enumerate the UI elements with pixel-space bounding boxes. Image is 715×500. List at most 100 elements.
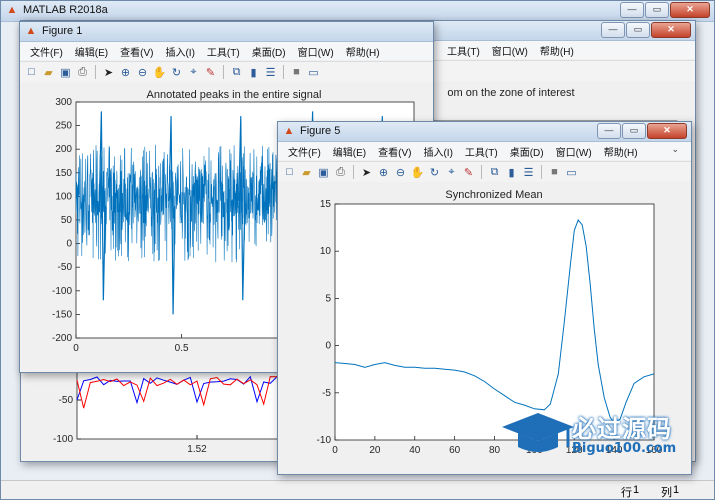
menu-help[interactable]: 帮助(H) xyxy=(598,144,644,159)
figure5-minimize-button[interactable]: — xyxy=(597,123,621,139)
watermark-subtitle: Biguo100.com xyxy=(572,441,677,456)
menu-window[interactable]: 窗口(W) xyxy=(292,44,340,59)
figure1-y-tick-label: 200 xyxy=(55,144,72,155)
zoom-minimize-button[interactable]: — xyxy=(601,22,625,38)
figure5-y-tick-label: 10 xyxy=(320,246,332,257)
figure1-y-tick-label: -200 xyxy=(52,333,72,344)
graduation-cap-icon xyxy=(502,413,574,452)
link-plot-icon[interactable]: ⧉ xyxy=(229,65,244,80)
figure1-y-tick-label: 0 xyxy=(66,239,72,250)
figure1-toolbar: □ ▰ ▣ ⎙ ➤ ⊕ ⊖ ✋ ↻ ⌖ ✎ ⧉ ▮ ☰ ■ ▭ xyxy=(20,61,433,83)
menu-view[interactable]: 查看(V) xyxy=(114,44,159,59)
figure1-y-tick-label: -150 xyxy=(52,309,72,320)
figure1-title: Figure 1 xyxy=(42,25,83,37)
menu-edit[interactable]: 编辑(E) xyxy=(69,44,114,59)
menu-file[interactable]: 文件(F) xyxy=(24,44,69,59)
figure5-x-tick-label: 60 xyxy=(449,445,461,456)
rotate-icon[interactable]: ↻ xyxy=(169,65,184,80)
menu-view[interactable]: 查看(V) xyxy=(372,144,417,159)
new-file-icon[interactable]: □ xyxy=(24,65,39,80)
menubar-dock-arrow-icon[interactable]: ⌄ xyxy=(665,144,685,155)
zoom-out-icon[interactable]: ⊖ xyxy=(393,165,408,180)
link-plot-icon[interactable]: ⧉ xyxy=(487,165,502,180)
row-label: 行 xyxy=(621,487,632,499)
open-folder-icon[interactable]: ▰ xyxy=(41,65,56,80)
insert-colorbar-icon[interactable]: ▮ xyxy=(246,65,261,80)
show-plot-tools-icon[interactable]: ▭ xyxy=(564,165,579,180)
zoom-x-tick-label: 1.52 xyxy=(187,444,207,455)
matlab-logo-icon: ▲ xyxy=(6,4,18,16)
pan-icon[interactable]: ✋ xyxy=(410,165,425,180)
menu-insert[interactable]: 插入(I) xyxy=(417,144,458,159)
data-cursor-icon[interactable]: ⌖ xyxy=(444,165,459,180)
col-label: 列 xyxy=(661,487,672,499)
figure5-y-tick-label: 15 xyxy=(320,199,332,210)
show-plot-tools-icon[interactable]: ▭ xyxy=(306,65,321,80)
zoom-in-icon[interactable]: ⊕ xyxy=(376,165,391,180)
print-icon[interactable]: ⎙ xyxy=(333,165,348,180)
menu-tools[interactable]: 工具(T) xyxy=(201,44,246,59)
figure1-y-tick-label: 250 xyxy=(55,121,72,132)
hide-plot-tools-icon[interactable]: ■ xyxy=(547,165,562,180)
new-file-icon[interactable]: □ xyxy=(282,165,297,180)
menu-tools[interactable]: 工具(T) xyxy=(459,144,504,159)
save-icon[interactable]: ▣ xyxy=(316,165,331,180)
brush-icon[interactable]: ✎ xyxy=(461,165,476,180)
figure5-y-tick-label: -5 xyxy=(322,388,331,399)
brush-icon[interactable]: ✎ xyxy=(203,65,218,80)
col-value: 1 xyxy=(673,484,680,496)
figure5-y-tick-label: 5 xyxy=(325,293,331,304)
main-restore-button[interactable]: ▭ xyxy=(645,2,669,18)
zoom-y-tick-label: -50 xyxy=(59,395,74,406)
menu-help[interactable]: 帮助(H) xyxy=(340,44,386,59)
main-minimize-button[interactable]: — xyxy=(620,2,644,18)
main-close-button[interactable]: ✕ xyxy=(670,2,710,18)
menu-edit[interactable]: 编辑(E) xyxy=(327,144,372,159)
figure5-y-tick-label: 0 xyxy=(325,341,331,352)
insert-legend-icon[interactable]: ☰ xyxy=(263,65,278,80)
toolbar-separator xyxy=(481,165,482,179)
figure1-y-tick-label: -100 xyxy=(52,286,72,297)
figure5-toolbar: □ ▰ ▣ ⎙ ➤ ⊕ ⊖ ✋ ↻ ⌖ ✎ ⧉ ▮ ☰ ■ ▭ xyxy=(278,161,691,183)
hide-plot-tools-icon[interactable]: ■ xyxy=(289,65,304,80)
zoom-restore-button[interactable]: ▭ xyxy=(626,22,650,38)
menu-window[interactable]: 窗口(W) xyxy=(550,144,598,159)
pointer-icon[interactable]: ➤ xyxy=(101,65,116,80)
toolbar-separator xyxy=(283,65,284,79)
rotate-icon[interactable]: ↻ xyxy=(427,165,442,180)
figure-icon: ▲ xyxy=(25,25,37,37)
main-title: MATLAB R2018a xyxy=(23,4,108,16)
zoom-axes-title: om on the zone of interest xyxy=(447,87,574,99)
menu-file[interactable]: 文件(F) xyxy=(282,144,327,159)
toolbar-separator xyxy=(353,165,354,179)
figure5-titlebar: ▲ Figure 5 — ▭ ✕ xyxy=(278,122,691,142)
figure1-y-tick-label: 100 xyxy=(55,191,72,202)
zoom-menu-window[interactable]: 窗口(W) xyxy=(486,43,534,58)
figure5-restore-button[interactable]: ▭ xyxy=(622,123,646,139)
menu-desktop[interactable]: 桌面(D) xyxy=(504,144,550,159)
open-folder-icon[interactable]: ▰ xyxy=(299,165,314,180)
zoom-in-icon[interactable]: ⊕ xyxy=(118,65,133,80)
data-cursor-icon[interactable]: ⌖ xyxy=(186,65,201,80)
main-titlebar: ▲ MATLAB R2018a — ▭ ✕ xyxy=(1,1,714,22)
zoom-close-button[interactable]: ✕ xyxy=(651,22,691,38)
toolbar-separator xyxy=(541,165,542,179)
figure5-x-tick-label: 0 xyxy=(332,445,338,456)
menu-desktop[interactable]: 桌面(D) xyxy=(246,44,292,59)
figure5-close-button[interactable]: ✕ xyxy=(647,123,687,139)
pan-icon[interactable]: ✋ xyxy=(152,65,167,80)
figure1-y-tick-label: 50 xyxy=(61,215,73,226)
zoom-out-icon[interactable]: ⊖ xyxy=(135,65,150,80)
figure5-x-tick-label: 20 xyxy=(369,445,381,456)
menu-insert[interactable]: 插入(I) xyxy=(159,44,200,59)
figure5-x-tick-label: 40 xyxy=(409,445,421,456)
insert-legend-icon[interactable]: ☰ xyxy=(521,165,536,180)
zoom-menu-help[interactable]: 帮助(H) xyxy=(534,43,580,58)
watermark-title: 必过源码 xyxy=(572,415,672,443)
insert-colorbar-icon[interactable]: ▮ xyxy=(504,165,519,180)
print-icon[interactable]: ⎙ xyxy=(75,65,90,80)
zoom-menu-tools[interactable]: 工具(T) xyxy=(441,43,486,58)
figure5-axes-title: Synchronized Mean xyxy=(445,189,542,201)
save-icon[interactable]: ▣ xyxy=(58,65,73,80)
pointer-icon[interactable]: ➤ xyxy=(359,165,374,180)
